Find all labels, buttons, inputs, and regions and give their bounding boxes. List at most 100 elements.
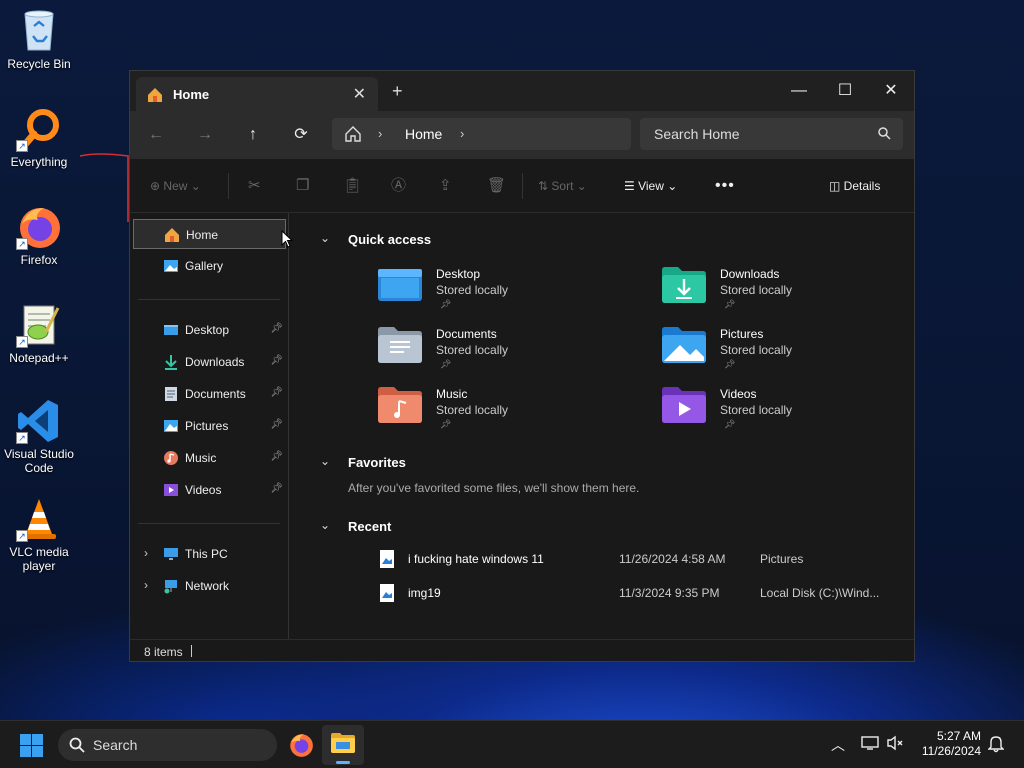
more-options-icon[interactable]: •••: [715, 177, 735, 195]
item-count: 8 items: [144, 645, 183, 659]
quick-access-item[interactable]: Music Stored locally 📌︎: [378, 387, 598, 443]
sidebar-item-this-pc[interactable]: › This PC: [133, 539, 286, 569]
pin-icon: 📌︎: [440, 359, 452, 369]
taskbar-search[interactable]: Search: [58, 729, 277, 761]
forward-button[interactable]: →: [193, 123, 217, 147]
desktop-icon-vlc[interactable]: ↗ VLC media player: [0, 496, 78, 573]
search-box[interactable]: Search Home: [640, 118, 903, 150]
new-tab-button[interactable]: +: [392, 82, 403, 100]
chevron-right-icon: ›: [378, 126, 383, 141]
clock[interactable]: 5:27 AM 11/26/2024: [922, 729, 981, 759]
pin-icon[interactable]: 📌︎: [270, 483, 283, 494]
sidebar-item-label: Music: [185, 451, 217, 465]
content-pane: ⌄ Quick access Desktop Stored locally 📌︎…: [290, 213, 914, 639]
sidebar-item-videos[interactable]: Videos 📌︎: [133, 475, 286, 505]
desktop-icon-recycle-bin[interactable]: Recycle Bin: [0, 8, 78, 71]
pin-icon[interactable]: 📌︎: [270, 323, 283, 334]
up-button[interactable]: ↑: [241, 123, 265, 147]
recent-file-row[interactable]: i fucking hate windows 11 11/26/2024 4:5…: [380, 548, 900, 572]
desktop-icon-label: Notepad++: [9, 351, 69, 365]
quick-access-item[interactable]: Documents Stored locally 📌︎: [378, 327, 598, 383]
sidebar-item-label: Downloads: [185, 355, 245, 369]
sidebar-item-pictures[interactable]: Pictures 📌︎: [133, 411, 286, 441]
quick-access-item[interactable]: Pictures Stored locally 📌︎: [662, 327, 882, 383]
videos-icon: [163, 482, 179, 498]
sidebar-item-documents[interactable]: Documents 📌︎: [133, 379, 286, 409]
display-icon[interactable]: [861, 735, 879, 754]
navigation-pane: Home Gallery Desktop 📌︎ Downloads 📌︎ Doc…: [130, 213, 289, 639]
firefox-taskbar-icon[interactable]: [288, 732, 314, 761]
chevron-right-icon[interactable]: ›: [460, 126, 464, 141]
navigation-bar: ← → ↑ ⟳ › Home › Search Home: [130, 111, 914, 159]
delete-icon[interactable]: 🗑︎: [487, 177, 506, 195]
rename-icon[interactable]: Ⓐ: [391, 177, 406, 195]
desktop-icon-firefox[interactable]: ↗ Firefox: [0, 204, 78, 267]
pin-icon[interactable]: 📌︎: [270, 451, 283, 462]
recycle-bin-icon: [16, 8, 62, 54]
pin-icon: 📌︎: [724, 359, 736, 369]
sidebar-item-gallery[interactable]: Gallery: [133, 251, 286, 281]
chevron-down-icon[interactable]: ⌄: [320, 231, 330, 245]
desktop-icon-label: Visual Studio Code: [4, 447, 74, 475]
cut-icon[interactable]: ✂: [248, 177, 261, 195]
home-icon: [147, 87, 163, 106]
section-title[interactable]: Quick access: [348, 232, 431, 247]
address-bar[interactable]: › Home ›: [332, 118, 631, 150]
shortcut-arrow-icon: ↗: [16, 432, 28, 444]
pin-icon[interactable]: 📌︎: [270, 355, 283, 366]
documents-icon: [163, 386, 179, 402]
start-windows-icon[interactable]: [20, 734, 43, 760]
maximize-button[interactable]: ☐: [822, 77, 868, 105]
notification-bell-icon[interactable]: [987, 735, 1005, 756]
copy-icon[interactable]: ❐: [296, 177, 309, 195]
folder-name: Downloads: [720, 267, 780, 281]
command-bar: ⊕ New ⌄ ✂ ❐ 📋︎ Ⓐ ⇪ 🗑︎ ⇅ Sort ⌄ ☰ View ⌄ …: [130, 159, 914, 213]
details-button[interactable]: ◫ Details: [829, 177, 880, 195]
chevron-down-icon[interactable]: ⌄: [320, 454, 330, 468]
paste-icon[interactable]: 📋︎: [343, 177, 362, 195]
quick-access-item[interactable]: Downloads Stored locally 📌︎: [662, 267, 882, 323]
sort-button[interactable]: ⇅ Sort ⌄: [538, 177, 587, 195]
breadcrumb-home[interactable]: Home: [405, 126, 442, 142]
firefox-icon: ↗: [16, 204, 62, 250]
minimize-button[interactable]: —: [776, 77, 822, 105]
chevron-right-icon[interactable]: ›: [144, 546, 148, 560]
share-icon[interactable]: ⇪: [439, 177, 452, 195]
desktop-folder-icon: [378, 269, 422, 301]
view-button[interactable]: ☰ View ⌄: [624, 177, 677, 195]
recent-file-row[interactable]: img19 11/3/2024 9:35 PM Local Disk (C:)\…: [380, 582, 900, 606]
separator: [138, 299, 280, 300]
file-explorer-taskbar-button[interactable]: [322, 725, 364, 765]
close-tab-icon[interactable]: ✕: [353, 84, 366, 104]
sidebar-item-downloads[interactable]: Downloads 📌︎: [133, 347, 286, 377]
folder-name: Music: [436, 387, 468, 401]
title-bar[interactable]: Home ✕ + — ☐ ✕: [130, 71, 914, 111]
file-location: Pictures: [760, 552, 804, 566]
chevron-up-icon[interactable]: ︿: [831, 735, 845, 755]
notepad-plus-plus-icon: ↗: [16, 302, 62, 348]
tab-home[interactable]: Home ✕: [136, 77, 378, 111]
section-title[interactable]: Recent: [348, 519, 391, 534]
new-button[interactable]: ⊕ New ⌄: [150, 177, 201, 195]
quick-access-item[interactable]: Videos Stored locally 📌︎: [662, 387, 882, 443]
sidebar-item-home[interactable]: Home: [133, 219, 286, 249]
section-title[interactable]: Favorites: [348, 455, 406, 470]
pictures-folder-icon: [662, 327, 706, 363]
sidebar-item-desktop[interactable]: Desktop 📌︎: [133, 315, 286, 345]
pin-icon[interactable]: 📌︎: [270, 419, 283, 430]
videos-folder-icon: [662, 387, 706, 423]
back-button[interactable]: ←: [144, 123, 168, 147]
desktop-icon-notepadpp[interactable]: ↗ Notepad++: [0, 302, 78, 365]
sidebar-item-music[interactable]: Music 📌︎: [133, 443, 286, 473]
refresh-button[interactable]: ⟳: [289, 123, 313, 147]
close-window-button[interactable]: ✕: [868, 77, 914, 105]
chevron-down-icon[interactable]: ⌄: [320, 518, 330, 532]
pin-icon[interactable]: 📌︎: [270, 387, 283, 398]
volume-muted-icon[interactable]: [886, 735, 904, 754]
desktop-icon-everything[interactable]: ↗ Everything: [0, 106, 78, 169]
desktop-icon-vscode[interactable]: ↗ Visual Studio Code: [0, 398, 78, 475]
quick-access-item[interactable]: Desktop Stored locally 📌︎: [378, 267, 598, 323]
folder-name: Desktop: [436, 267, 481, 281]
sidebar-item-network[interactable]: › Network: [133, 571, 286, 601]
chevron-right-icon[interactable]: ›: [144, 578, 148, 592]
